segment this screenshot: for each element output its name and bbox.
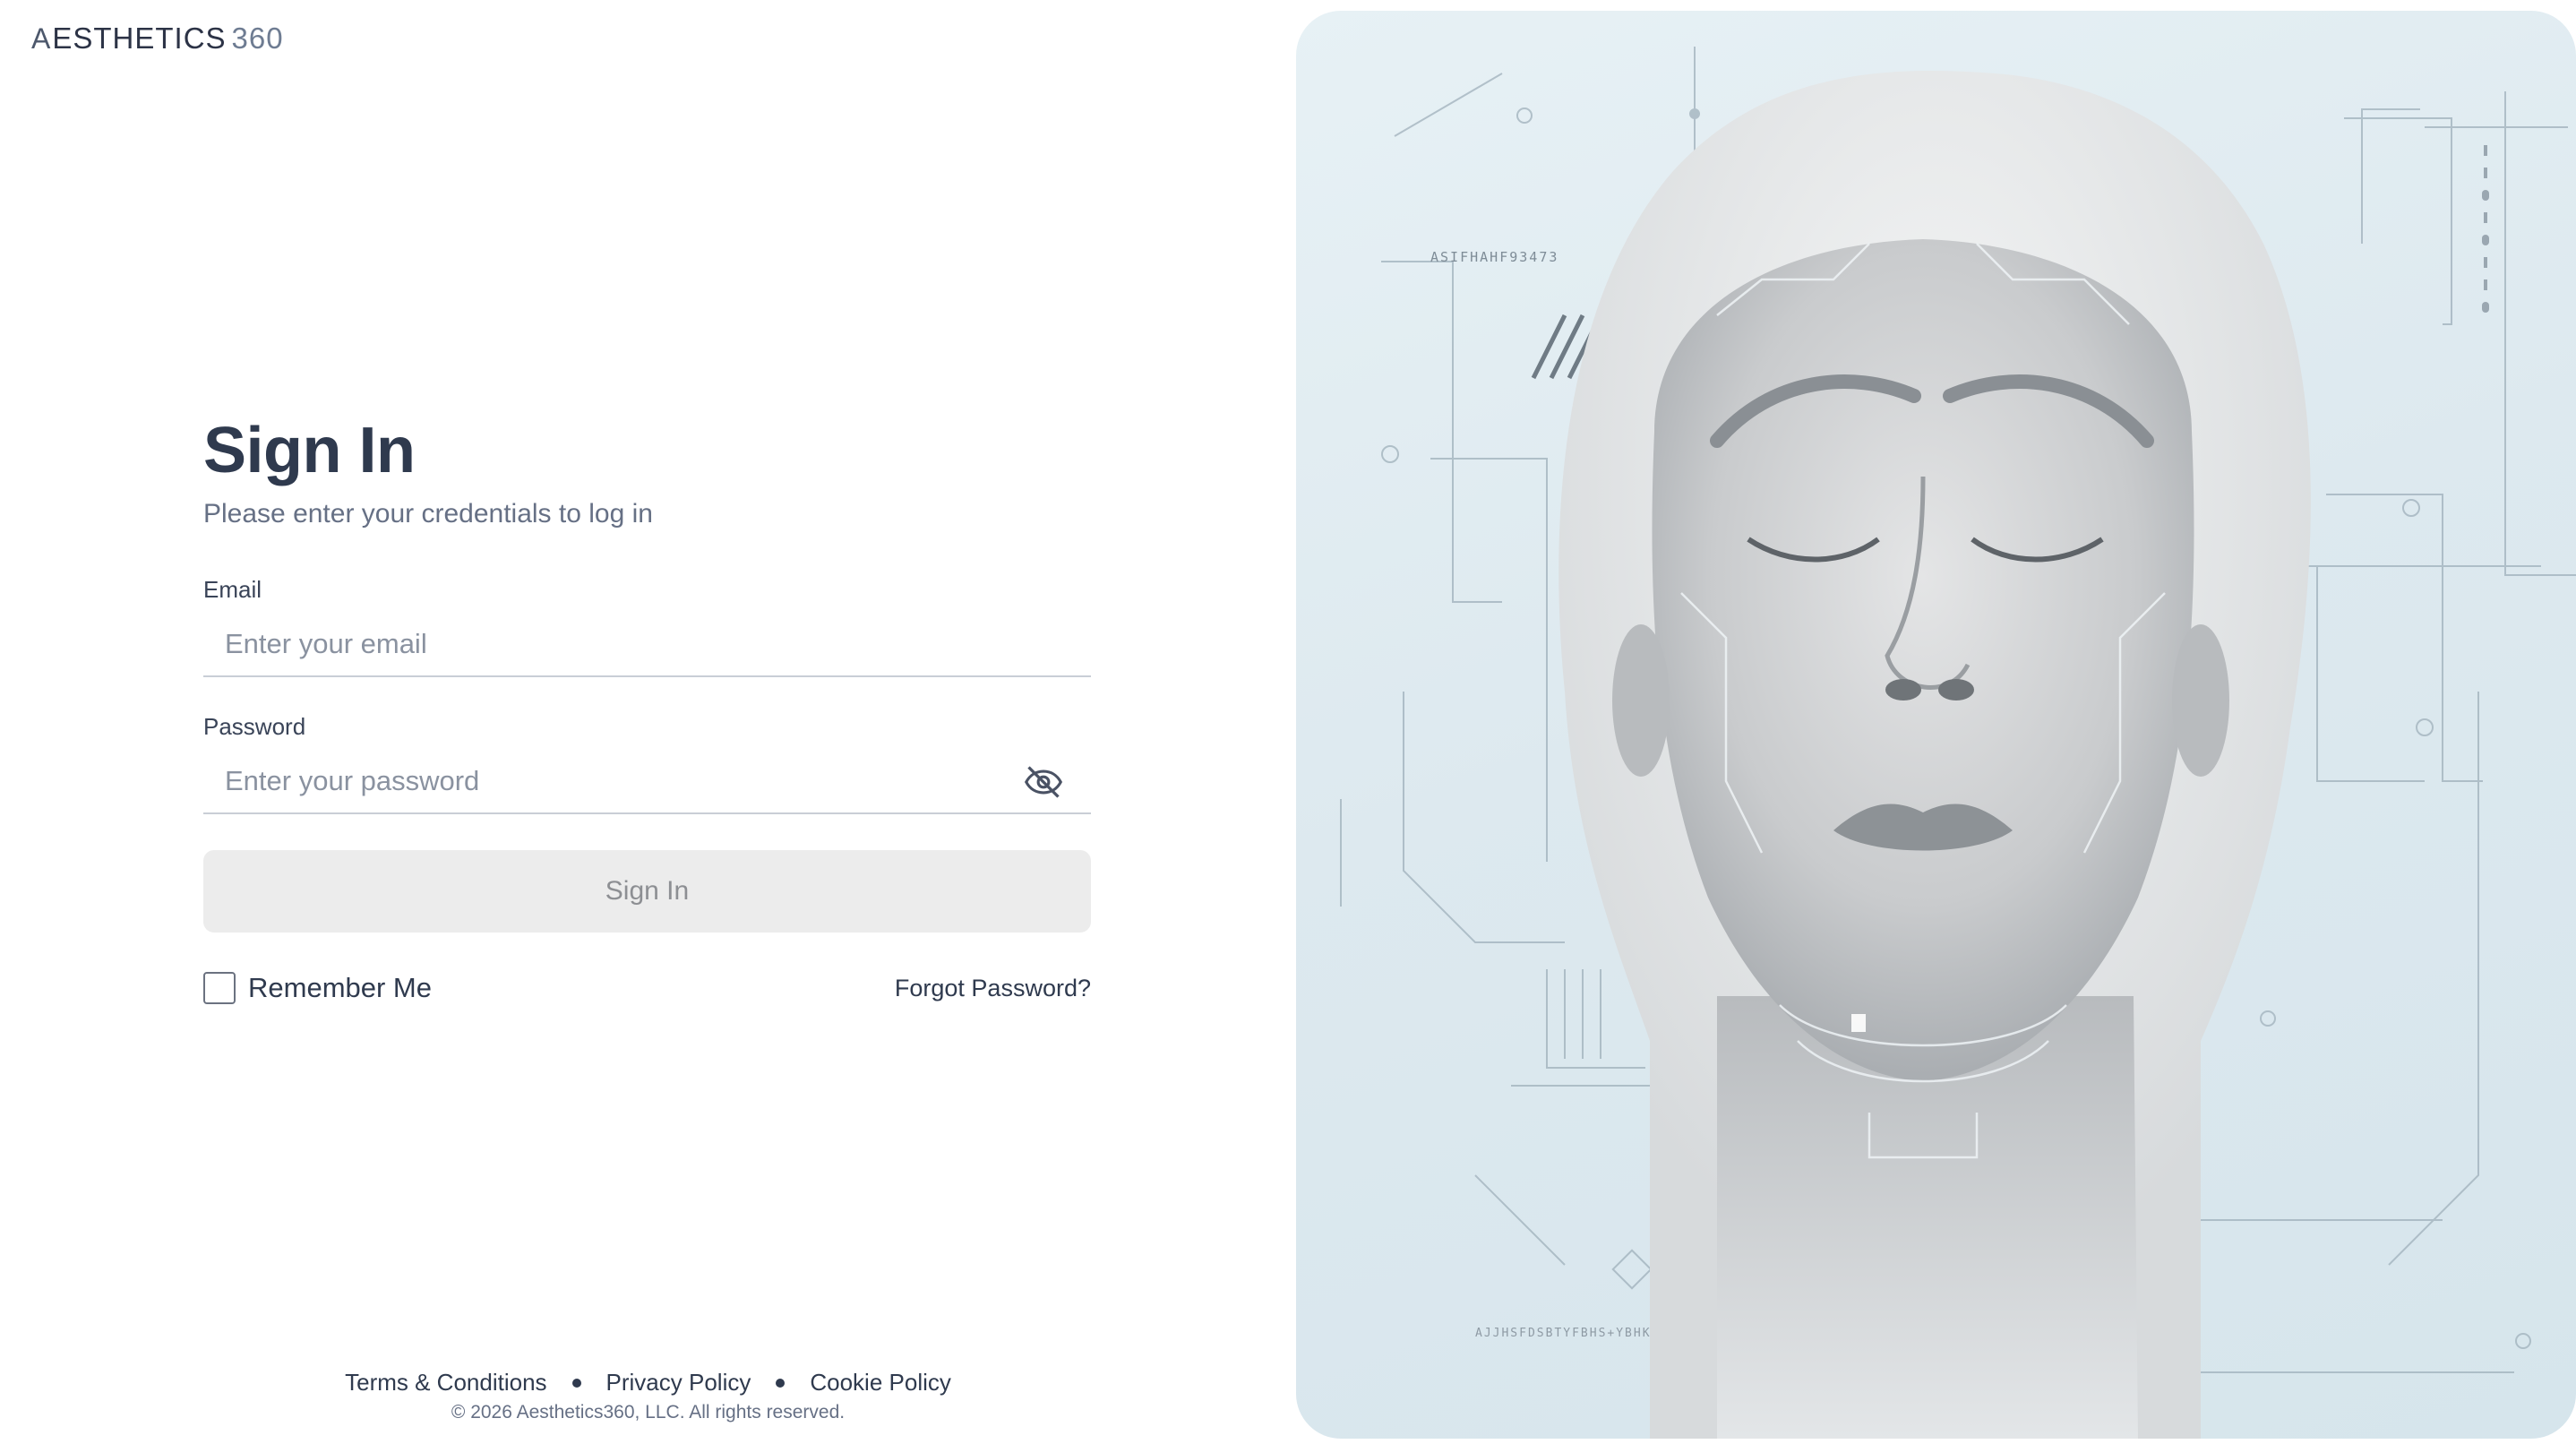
form-options-row: Remember Me Forgot Password? bbox=[203, 972, 1091, 1004]
remember-me[interactable]: Remember Me bbox=[203, 972, 432, 1004]
email-label: Email bbox=[203, 576, 262, 603]
forgot-password-link[interactable]: Forgot Password? bbox=[895, 975, 1091, 1002]
terms-link[interactable]: Terms & Conditions bbox=[345, 1369, 546, 1397]
signin-form: Sign In Please enter your credentials to… bbox=[203, 408, 1091, 1004]
overlay-code-text: ASIFHAHF93473 bbox=[1430, 249, 1558, 265]
brand-logo[interactable]: A ESTHETICS 360 bbox=[30, 21, 284, 56]
cookie-link[interactable]: Cookie Policy bbox=[810, 1369, 951, 1397]
login-panel: A ESTHETICS 360 Sign In Please enter you… bbox=[0, 0, 1296, 1444]
footer-links: Terms & Conditions Privacy Policy Cookie… bbox=[0, 1369, 1296, 1397]
separator-dot bbox=[776, 1378, 786, 1388]
signin-button[interactable]: Sign In bbox=[203, 850, 1091, 933]
email-field-wrapper bbox=[203, 612, 1091, 677]
remember-checkbox[interactable] bbox=[203, 972, 236, 1004]
logo-word: ESTHETICS bbox=[52, 21, 227, 55]
page-title: Sign In bbox=[203, 415, 416, 486]
password-label: Password bbox=[203, 713, 306, 740]
password-field-wrapper bbox=[203, 749, 1091, 814]
password-input[interactable] bbox=[203, 749, 1091, 813]
copyright: © 2026 Aesthetics360, LLC. All rights re… bbox=[451, 1402, 846, 1423]
page-subtitle: Please enter your credentials to log in bbox=[203, 499, 653, 529]
privacy-link[interactable]: Privacy Policy bbox=[606, 1369, 751, 1397]
binary-column bbox=[2482, 145, 2489, 313]
left-ear bbox=[1612, 624, 1670, 777]
footer: Terms & Conditions Privacy Policy Cookie… bbox=[0, 1369, 1296, 1423]
logo-mark: A bbox=[30, 21, 51, 55]
logo-number: 360 bbox=[231, 21, 284, 55]
separator-dot bbox=[571, 1378, 581, 1388]
email-input[interactable] bbox=[203, 612, 1091, 676]
eye-off-icon[interactable] bbox=[1023, 762, 1064, 802]
futuristic-face-illustration: ASIFHAHF93473 AJJHSFDSBTYFBHS+YBHKS AHFU bbox=[1340, 47, 2576, 1439]
hero-image-panel: ASIFHAHF93473 AJJHSFDSBTYFBHS+YBHKS AHFU bbox=[1296, 11, 2576, 1439]
right-ear bbox=[2172, 624, 2229, 777]
remember-label: Remember Me bbox=[248, 972, 432, 1003]
